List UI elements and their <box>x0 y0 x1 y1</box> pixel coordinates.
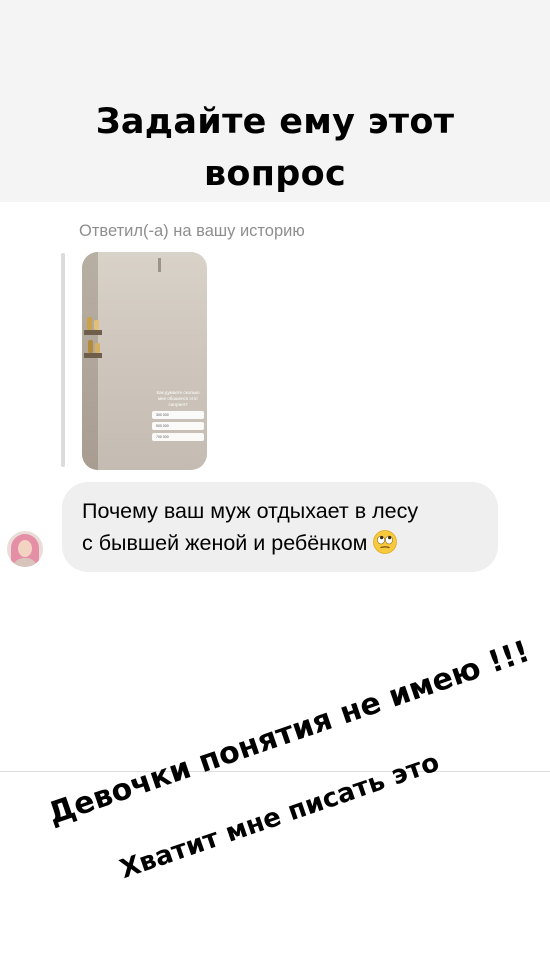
story-poll-option: 300 000 <box>152 411 204 419</box>
bottle-icon <box>88 340 93 353</box>
bottle-icon <box>94 320 99 330</box>
section-divider <box>0 771 550 772</box>
banner-title-line1: Задайте ему этот <box>95 102 455 142</box>
story-poll-option: 700 000 <box>152 433 204 441</box>
story-thumbnail[interactable]: Как думаете сколько мне обошелся этот са… <box>82 252 207 470</box>
story-poll-option: 500 000 <box>152 422 204 430</box>
story-thumbnail-wall <box>82 252 98 470</box>
story-thumbnail-shelf <box>84 330 102 335</box>
banner-title: Задайте ему этот вопрос <box>0 96 550 200</box>
message-bubble[interactable]: Почему ваш муж отдыхает в лесу с бывшей … <box>62 482 498 572</box>
avatar-face <box>18 540 32 557</box>
message-text-line2: с бывшей женой и ребёнком <box>82 527 488 563</box>
story-poll-sticker: Как думаете сколько мне обошелся этот са… <box>152 390 204 456</box>
shower-head-icon <box>158 258 161 272</box>
bottle-icon <box>87 317 92 330</box>
story-poll-question: Как думаете сколько мне обошелся этот са… <box>156 390 200 407</box>
bottle-icon <box>95 343 100 353</box>
message-text-line1: Почему ваш муж отдыхает в лесу <box>82 499 419 523</box>
avatar[interactable] <box>7 531 43 567</box>
reply-context-label: Ответил(-а) на вашу историю <box>79 222 305 240</box>
banner-title-line2: вопрос <box>203 154 347 194</box>
face-with-rolling-eyes-icon <box>373 530 398 563</box>
message-text-line2-text: с бывшей женой и ребёнком <box>82 531 368 555</box>
reply-quote-bar <box>61 253 65 467</box>
story-thumbnail-shelf <box>84 353 102 358</box>
